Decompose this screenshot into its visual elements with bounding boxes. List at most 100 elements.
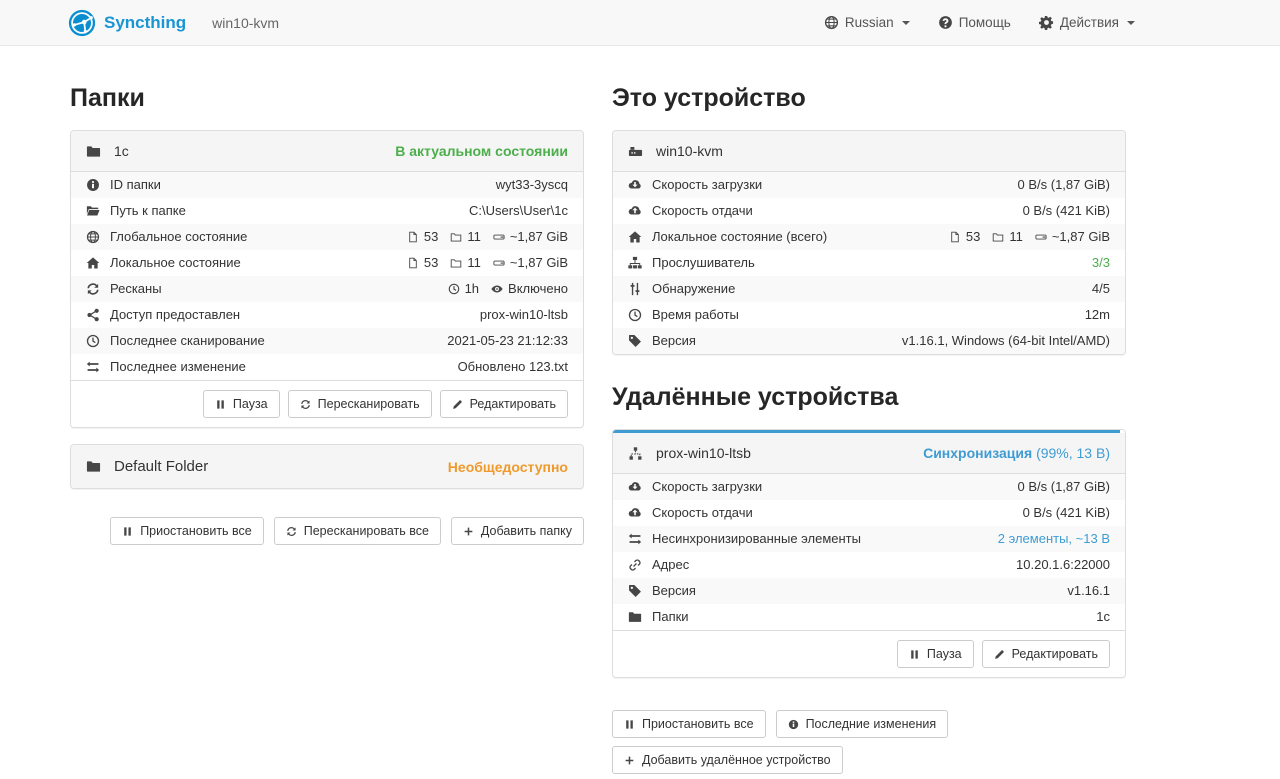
pause-icon [215,399,226,410]
row-value: 0 B/s (421 KiB) [1023,504,1110,522]
device-icon [628,144,643,159]
row-label: Ресканы [110,280,162,298]
dirs-count: 11 [1009,228,1023,246]
file-icon [407,257,419,269]
add-folder-button[interactable]: Добавить папку [451,517,584,545]
row-label: Скорость отдачи [652,504,753,522]
rescan-interval: 1h [465,280,479,298]
files-count: 53 [966,228,980,246]
table-row: Доступ предоставлен prox-win10-ltsb [71,302,583,328]
row-label: Версия [652,332,696,350]
folder-panel-header[interactable]: Default Folder Необщедоступно [71,445,583,488]
add-remote-device-button[interactable]: Добавить удалённое устройство [612,746,843,774]
pause-all-folders-button[interactable]: Приостановить все [110,517,264,545]
recent-changes-button[interactable]: Последние изменения [776,710,949,738]
row-value: v1.16.1 [1067,582,1110,600]
folders-actions: Приостановить все Пересканировать все До… [70,517,584,545]
file-icon [407,231,419,243]
refresh-icon [86,282,100,296]
row-label: Папки [652,608,689,626]
row-label: Скорость загрузки [652,478,762,496]
folder-outline-icon [450,257,462,269]
brand-name: Syncthing [104,13,186,33]
device-name: win10-kvm [656,143,723,159]
folder-outline-icon [992,231,1004,243]
row-label: Локальное состояние (всего) [652,228,827,246]
table-row: Скорость загрузки 0 B/s (1,87 GiB) [613,474,1125,500]
row-label: ID папки [110,176,161,194]
device-title: win10-kvm [212,15,279,31]
row-label: Время работы [652,306,739,324]
dirs-count: 11 [467,254,481,272]
device-details: Скорость загрузки 0 B/s (1,87 GiB) Скоро… [613,172,1125,354]
info-circle-icon [788,719,799,730]
table-row: Время работы 12m [613,302,1125,328]
table-row: Скорость загрузки 0 B/s (1,87 GiB) [613,172,1125,198]
row-label: Скорость загрузки [652,176,762,194]
pause-button[interactable]: Пауза [203,390,280,418]
row-value: 0 B/s (421 KiB) [1023,202,1110,220]
remote-devices-heading: Удалённые устройства [612,381,1126,413]
edit-button[interactable]: Редактировать [982,640,1110,668]
folder-panel-header[interactable]: 1c В актуальном состоянии [71,131,583,172]
folders-column: Папки 1c В актуальном состоянии ID папки… [70,82,584,774]
brand: Syncthing [68,9,186,37]
cloud-download-icon [628,480,642,494]
sitemap-icon [628,256,642,270]
size-value: ~1,87 GiB [510,254,568,272]
actions-dropdown[interactable]: Действия [1039,15,1135,30]
syncthing-logo-icon [68,9,96,37]
row-value: v1.16.1, Windows (64-bit Intel/AMD) [902,332,1110,350]
hdd-icon [493,231,505,243]
sliders-icon [628,282,642,296]
cloud-upload-icon [628,204,642,218]
eye-icon [491,283,503,295]
globe-icon [824,15,839,30]
navbar: Syncthing win10-kvm Russian Помощь Дейст… [0,0,1280,46]
remote-device-header[interactable]: prox-win10-ltsb Синхронизация (99%, 13 B… [613,433,1125,474]
this-device-heading: Это устройство [612,82,1126,114]
pause-button[interactable]: Пауза [897,640,974,668]
folder-details: ID папки wyt33-3yscq Путь к папке C:\Use… [71,172,583,380]
table-row: Ресканы 1h Включено [71,276,583,302]
hdd-icon [1035,231,1047,243]
rescan-all-button[interactable]: Пересканировать все [274,517,441,545]
row-value: 2021-05-23 21:12:33 [447,332,568,350]
this-device-header[interactable]: win10-kvm [613,131,1125,172]
edit-button[interactable]: Редактировать [440,390,568,418]
tag-icon [628,334,642,348]
row-value: 0 B/s (1,87 GiB) [1018,176,1110,194]
tag-icon [628,584,642,598]
language-label: Russian [845,15,894,30]
cloud-download-icon [628,178,642,192]
remote-device-details: Скорость загрузки 0 B/s (1,87 GiB) Скоро… [613,474,1125,630]
out-of-sync-link[interactable]: 2 элементы, ~13 B [998,530,1110,548]
table-row: Версия v1.16.1, Windows (64-bit Intel/AM… [613,328,1125,354]
chevron-down-icon [1127,21,1135,25]
plus-icon [624,755,635,766]
this-device-panel: win10-kvm Скорость загрузки 0 B/s (1,87 … [612,130,1126,355]
table-row: Последнее изменение Обновлено 123.txt [71,354,583,380]
refresh-icon [286,526,297,537]
exchange-icon [86,360,100,374]
pause-all-devices-button[interactable]: Приостановить все [612,710,766,738]
row-value: 10.20.1.6:22000 [1016,556,1110,574]
language-dropdown[interactable]: Russian [824,15,910,30]
pause-icon [909,649,920,660]
devices-column: Это устройство win10-kvm Скорость загруз… [612,82,1126,774]
row-label: Доступ предоставлен [110,306,240,324]
row-value: wyt33-3yscq [496,176,568,194]
cloud-upload-icon [628,506,642,520]
exchange-icon [628,532,642,546]
row-label: Адрес [652,556,689,574]
row-label: Глобальное состояние [110,228,247,246]
link-icon [628,558,642,572]
folder-icon [86,459,101,474]
folder-outline-icon [450,231,462,243]
folder-icon [86,144,101,159]
pencil-icon [994,649,1005,660]
help-button[interactable]: Помощь [938,15,1011,30]
folder-name: Default Folder [114,458,208,475]
row-value: 1h Включено [448,280,568,298]
rescan-button[interactable]: Пересканировать [288,390,432,418]
